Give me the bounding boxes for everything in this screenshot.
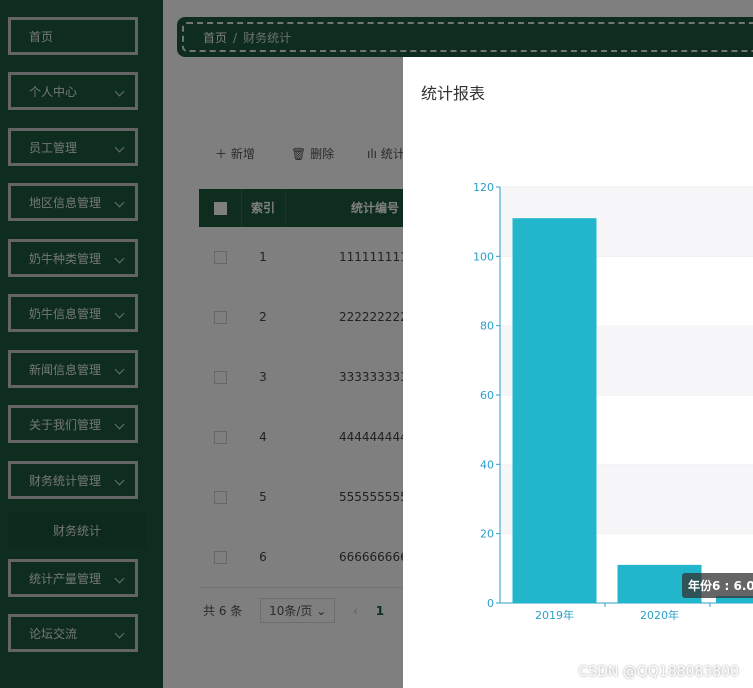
y-tick-label: 60: [480, 389, 494, 402]
y-tick-label: 120: [473, 181, 494, 194]
chart-tooltip: 年份6 : 6.00: [682, 573, 753, 598]
y-tick-label: 80: [480, 320, 494, 333]
stats-modal: 统计报表 0 20 40 60 80 100 120 2019年 2020年 年份6 : 6.0…: [403, 57, 753, 688]
watermark: CSDN @QQ188083800: [578, 664, 739, 680]
x-tick-label: 2019年: [535, 608, 574, 622]
bar-0: [512, 218, 597, 603]
y-tick-label: 20: [480, 528, 494, 541]
y-tick-label: 40: [480, 458, 494, 471]
x-tick-label: 2020年: [640, 608, 679, 622]
y-tick-label: 0: [487, 597, 494, 610]
y-tick-label: 100: [473, 250, 494, 263]
